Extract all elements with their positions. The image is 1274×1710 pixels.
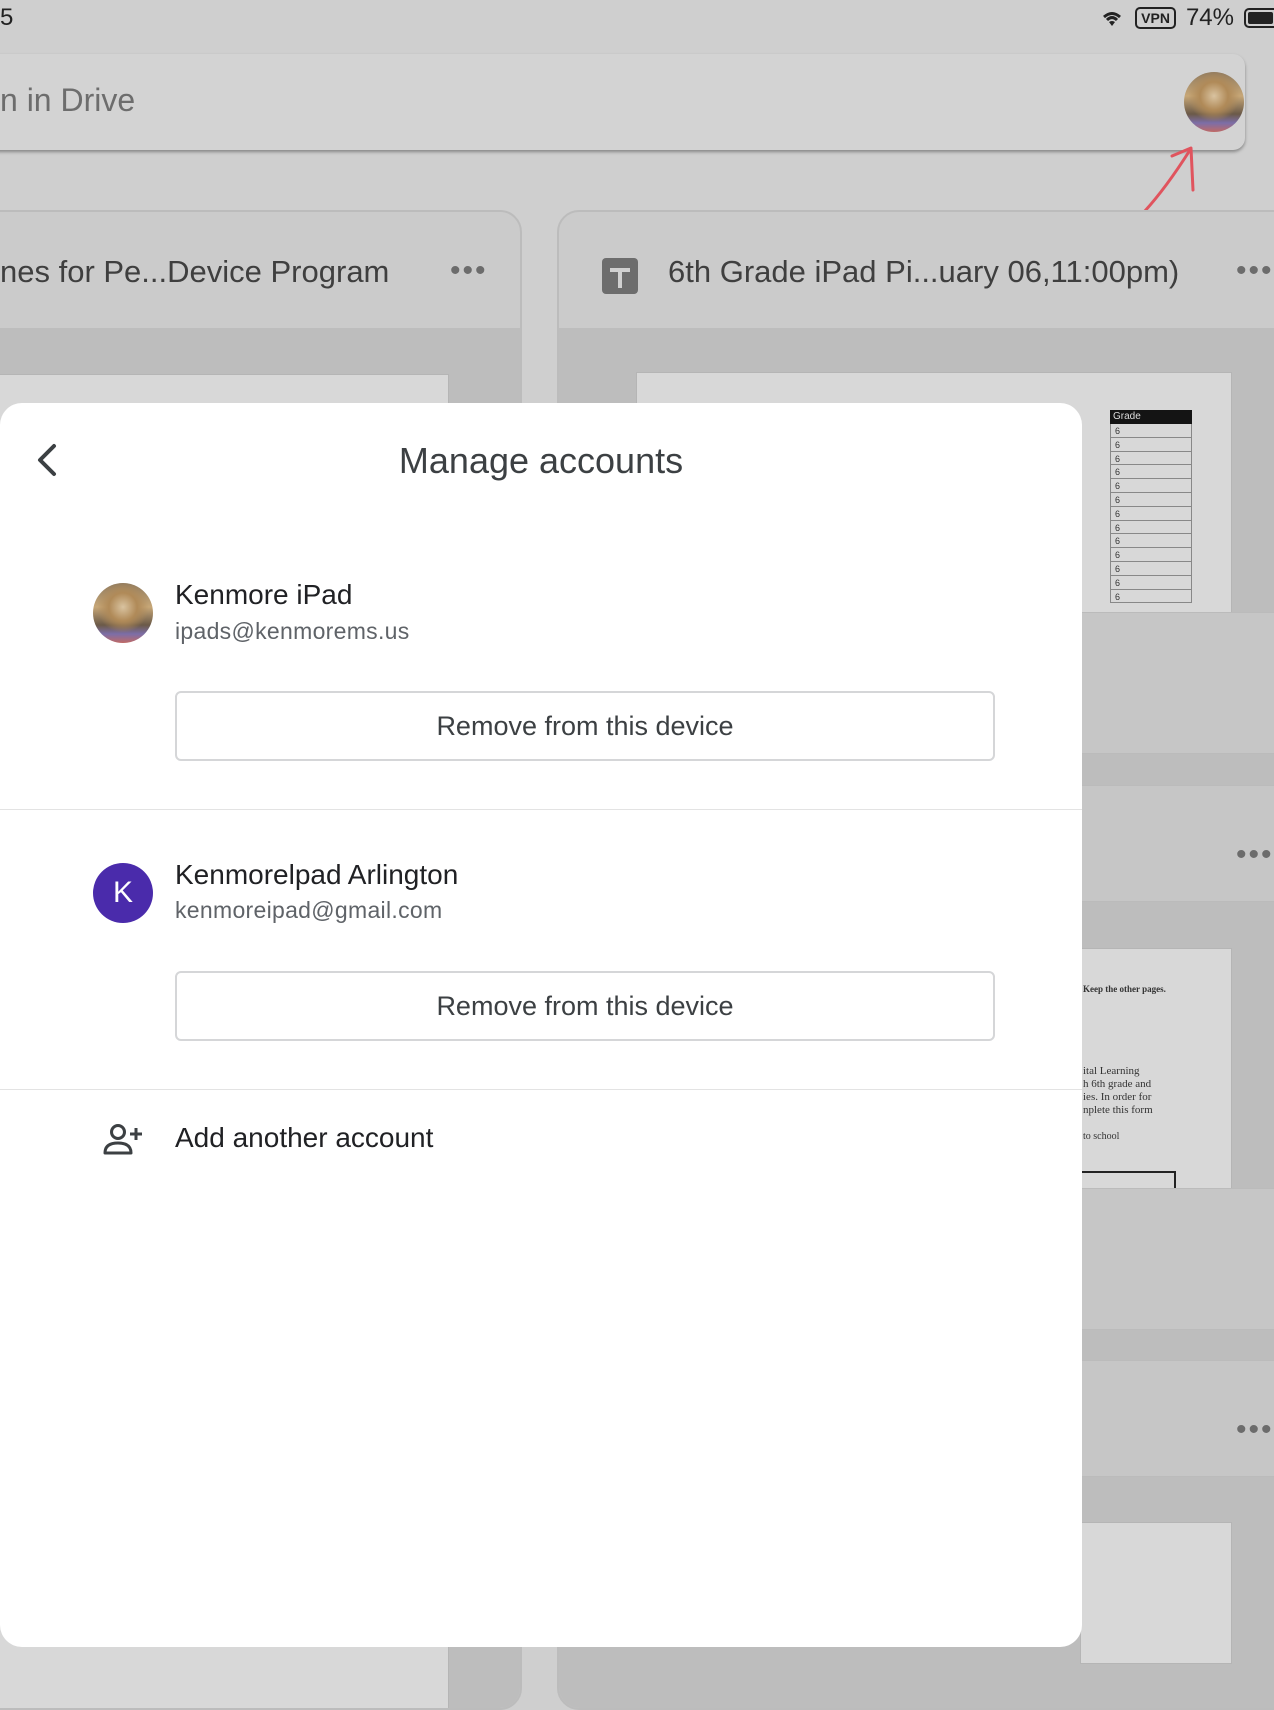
account-avatar-button[interactable]: [1184, 72, 1244, 132]
grade-cell: 6: [1110, 451, 1192, 466]
doc-line: ital Learning: [1083, 1065, 1140, 1077]
doc-line: to school: [1083, 1131, 1120, 1142]
grade-cell: 6: [1110, 520, 1192, 535]
file-row[interactable]: [1080, 612, 1274, 754]
divider: [0, 809, 1082, 810]
more-options-icon[interactable]: •••: [1236, 254, 1274, 288]
account-avatar: K: [93, 863, 153, 923]
account-email: kenmoreipad@gmail.com: [175, 897, 443, 923]
avatar-photo: [93, 583, 153, 643]
file-row[interactable]: [1080, 1188, 1274, 1330]
doc-line: h 6th grade and: [1083, 1078, 1152, 1090]
grade-cell: 6: [1110, 479, 1192, 493]
grade-cell: 6: [1110, 492, 1192, 507]
more-options-icon[interactable]: •••: [1236, 1413, 1274, 1447]
grade-cell: 6: [1110, 589, 1192, 604]
battery-level: [1248, 12, 1274, 24]
grade-cell: 6: [1110, 561, 1192, 576]
doc-preview: [1080, 1522, 1232, 1664]
vpn-badge: VPN: [1135, 7, 1176, 29]
grade-cell: 6: [1110, 534, 1192, 549]
add-another-account[interactable]: Add another account: [175, 1122, 433, 1154]
divider: [0, 1089, 1082, 1090]
grade-header: Grade: [1110, 410, 1192, 424]
account-avatar: [93, 583, 153, 643]
grade-cell: 6: [1110, 575, 1192, 590]
grade-cell: 6: [1110, 548, 1192, 562]
doc-line: ies. In order for: [1083, 1091, 1152, 1103]
search-placeholder[interactable]: n in Drive: [0, 82, 135, 119]
grade-cell: 6: [1110, 465, 1192, 480]
grade-cell: 6: [1110, 506, 1192, 521]
add-person-icon[interactable]: [103, 1122, 143, 1156]
remove-account-button[interactable]: Remove from this device: [175, 691, 995, 761]
grade-cell: 6: [1110, 437, 1192, 452]
doc-preview: Keep the other pages. ital Learning h 6t…: [1080, 948, 1232, 1193]
drive-search-bar[interactable]: [0, 54, 1245, 150]
avatar-photo: [1184, 72, 1244, 132]
more-options-icon[interactable]: •••: [1236, 838, 1274, 872]
status-time: 5: [0, 4, 14, 31]
grade-column: Grade 6 6 6 6 6 6 6 6 6 6 6 6 6: [1110, 410, 1192, 610]
account-email: ipads@kenmorems.us: [175, 618, 410, 644]
doc-line: Keep the other pages.: [1083, 984, 1166, 994]
doc-line: nplete this form: [1083, 1104, 1153, 1116]
status-indicators: VPN 74%: [1099, 4, 1274, 32]
more-options-icon[interactable]: •••: [450, 254, 488, 288]
file-title[interactable]: 6th Grade iPad Pi...uary 06,11:00pm): [668, 254, 1179, 290]
battery-percent: 74%: [1185, 4, 1234, 31]
account-name: Kenmore iPad: [175, 579, 353, 610]
dialog-title: Manage accounts: [398, 440, 684, 481]
account-name: Kenmorelpad Arlington: [175, 859, 459, 890]
sheets-icon: [602, 258, 638, 294]
annotation-arrow-icon: [1142, 146, 1195, 214]
file-title[interactable]: nes for Pe...Device Program: [0, 254, 389, 290]
battery-icon: [1244, 8, 1274, 28]
wifi-icon: [1103, 12, 1122, 26]
remove-account-button[interactable]: Remove from this device: [175, 971, 995, 1041]
grade-cell: 6: [1110, 424, 1192, 438]
